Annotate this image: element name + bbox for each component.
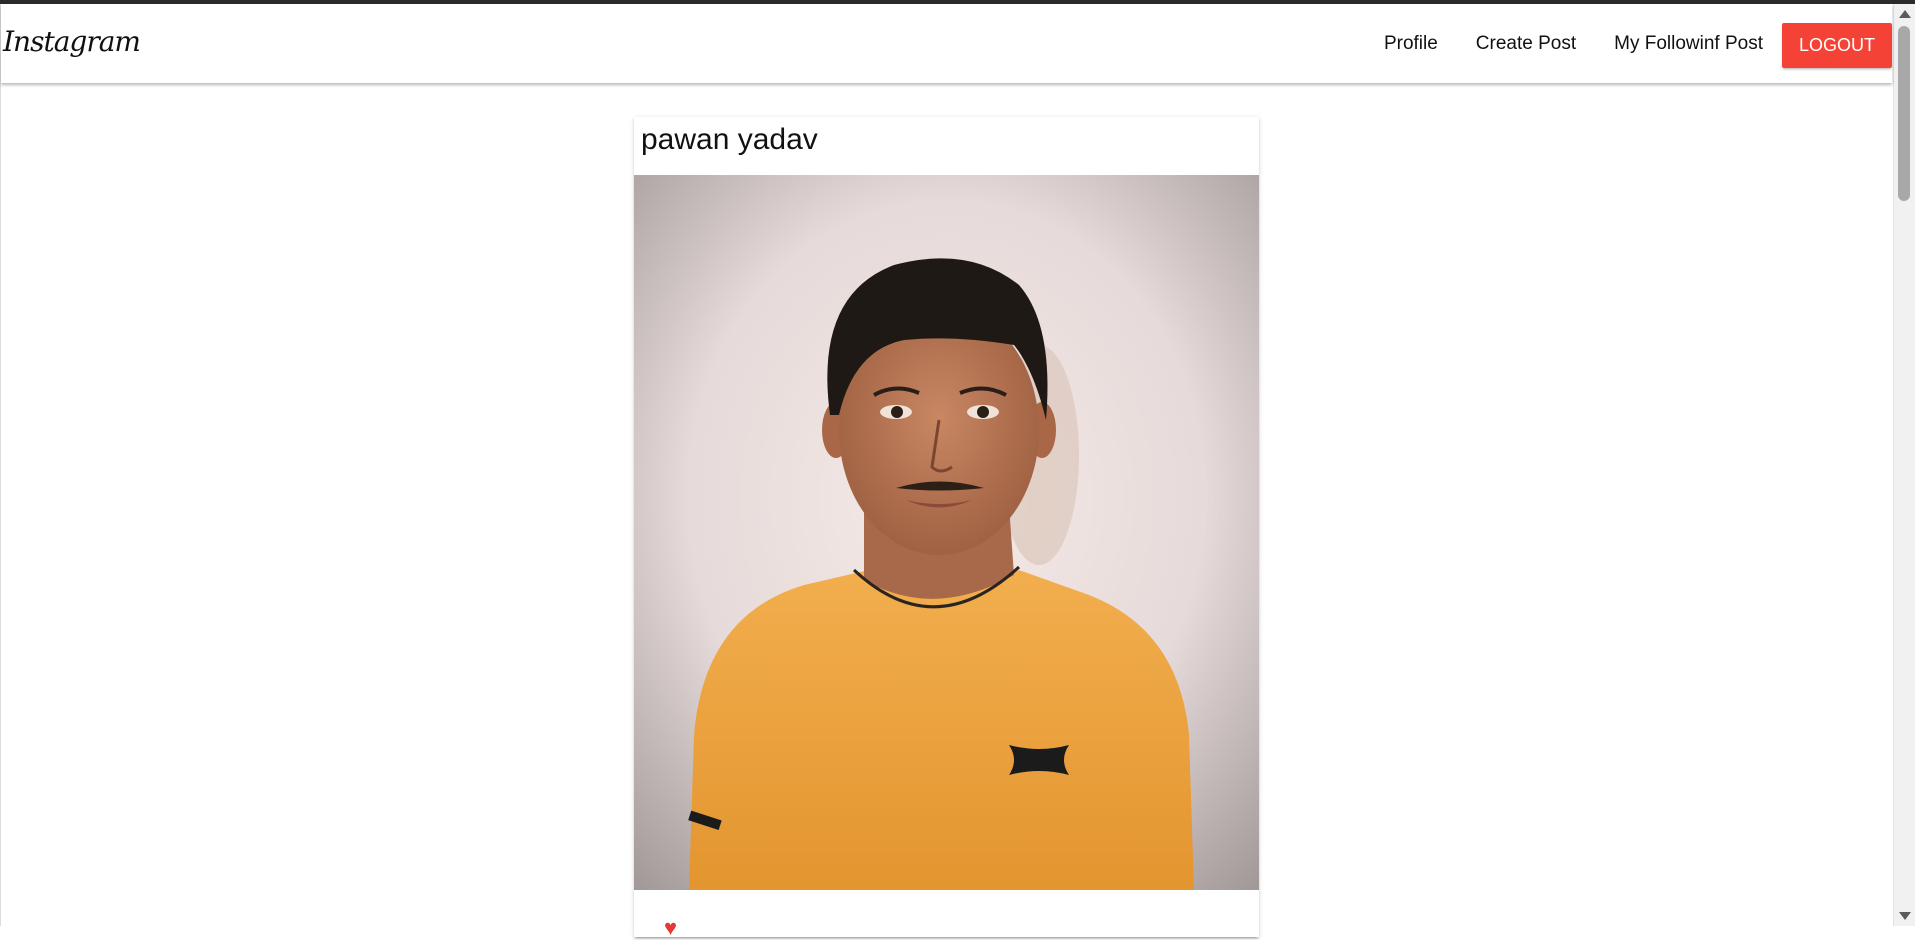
browser-window: Instagram Profile Create Post My Followi… — [0, 0, 1915, 939]
logout-button[interactable]: LOGOUT — [1782, 23, 1892, 68]
top-navbar: Instagram Profile Create Post My Followi… — [1, 4, 1892, 83]
brand-logo[interactable]: Instagram — [3, 25, 141, 58]
post-author-name[interactable]: pawan yadav — [641, 123, 818, 157]
nav-link-create-post[interactable]: Create Post — [1457, 4, 1595, 83]
page-scrollbar[interactable] — [1893, 4, 1915, 926]
nav-links: Profile Create Post My Followinf Post LO… — [1365, 4, 1892, 83]
portrait-photo-icon — [634, 175, 1259, 890]
scroll-thumb[interactable] — [1898, 26, 1910, 201]
post-image — [634, 175, 1259, 890]
post-card: pawan yadav ♥ — [634, 117, 1259, 939]
nav-link-following-posts[interactable]: My Followinf Post — [1595, 4, 1782, 83]
nav-link-profile[interactable]: Profile — [1365, 4, 1457, 83]
scroll-down-arrow-icon[interactable] — [1899, 912, 1911, 920]
window-left-border — [0, 4, 1, 926]
heart-icon[interactable]: ♥ — [664, 917, 677, 939]
scroll-up-arrow-icon[interactable] — [1899, 10, 1911, 18]
